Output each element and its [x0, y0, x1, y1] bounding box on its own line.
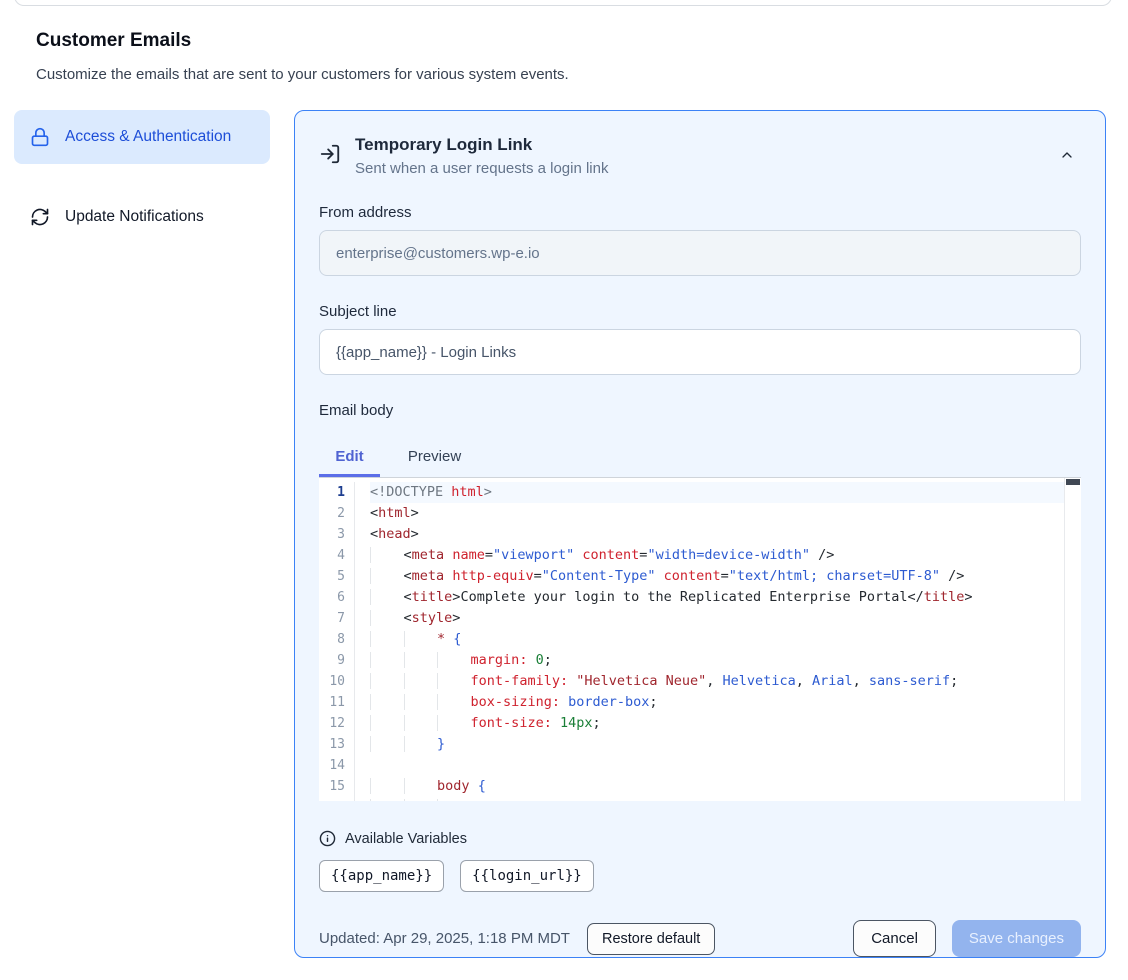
from-address-label: From address — [319, 204, 1081, 221]
log-in-icon — [319, 143, 341, 165]
tab-edit[interactable]: Edit — [319, 440, 380, 477]
code-line: body { — [370, 776, 1081, 797]
code-lines: <!DOCTYPE html><html><head> <meta name="… — [355, 482, 1081, 801]
line-number: 10 — [319, 671, 345, 692]
collapse-panel-button[interactable] — [1053, 141, 1081, 169]
sidebar-item-label: Update Notifications — [65, 205, 204, 229]
page-title: Customer Emails — [36, 30, 191, 52]
line-number: 3 — [319, 524, 345, 545]
line-number: 14 — [319, 755, 345, 776]
settings-sidebar: Access & Authentication Update Notificat… — [14, 110, 270, 244]
lock-icon — [30, 127, 50, 147]
line-number: 12 — [319, 713, 345, 734]
code-line: font-family: "Helvetica Neue", Helvetica… — [370, 671, 1081, 692]
restore-default-button[interactable]: Restore default — [587, 923, 715, 955]
refresh-icon — [30, 207, 50, 227]
editor-scrollbar-thumb[interactable] — [1066, 479, 1080, 485]
line-number: 4 — [319, 545, 345, 566]
line-number: 9 — [319, 650, 345, 671]
code-line: <meta name="viewport" content="width=dev… — [370, 545, 1081, 566]
code-line: } — [370, 734, 1081, 755]
line-number: 7 — [319, 608, 345, 629]
page-subtitle: Customize the emails that are sent to yo… — [36, 66, 569, 83]
email-body-label: Email body — [319, 402, 1081, 419]
line-number: 6 — [319, 587, 345, 608]
line-number: 15 — [319, 776, 345, 797]
code-line: font-size: 14px; — [370, 713, 1081, 734]
panel-title: Temporary Login Link — [355, 135, 1039, 155]
updated-timestamp: Updated: Apr 29, 2025, 1:18 PM MDT — [319, 930, 570, 947]
code-line: margin: 0; — [370, 650, 1081, 671]
line-number: 16 — [319, 797, 345, 801]
line-number: 2 — [319, 503, 345, 524]
sidebar-item-update-notifications[interactable]: Update Notifications — [14, 190, 270, 244]
panel-footer: Updated: Apr 29, 2025, 1:18 PM MDT Resto… — [319, 920, 1081, 957]
collapsed-card-bottom-edge — [14, 0, 1112, 6]
sidebar-item-label: Access & Authentication — [65, 125, 231, 149]
subject-line-label: Subject line — [319, 303, 1081, 320]
tab-preview[interactable]: Preview — [404, 440, 465, 477]
subject-line-input[interactable] — [319, 329, 1081, 375]
from-address-input[interactable] — [319, 230, 1081, 276]
panel-subtitle: Sent when a user requests a login link — [355, 160, 1039, 177]
save-changes-button[interactable]: Save changes — [952, 920, 1081, 957]
available-variables-label: Available Variables — [345, 831, 467, 847]
line-number: 1 — [319, 482, 345, 503]
line-number: 13 — [319, 734, 345, 755]
temporary-login-link-panel: Temporary Login Link Sent when a user re… — [294, 110, 1106, 958]
email-body-tabs: Edit Preview — [319, 440, 1081, 477]
code-line: <style> — [370, 608, 1081, 629]
variable-chip-app-name[interactable]: {{app_name}} — [319, 860, 444, 892]
code-line: box-sizing: border-box; — [370, 692, 1081, 713]
code-line — [370, 755, 1081, 776]
gutter: 12345678910111213141516 — [319, 482, 355, 801]
info-icon — [319, 830, 336, 847]
line-number: 8 — [319, 629, 345, 650]
code-line: <html> — [370, 503, 1081, 524]
chevron-up-icon — [1059, 147, 1075, 163]
code-line: <title>Complete your login to the Replic… — [370, 587, 1081, 608]
cancel-button[interactable]: Cancel — [853, 920, 936, 957]
variable-chip-login-url[interactable]: {{login_url}} — [460, 860, 594, 892]
line-number: 5 — [319, 566, 345, 587]
variable-chips: {{app_name}} {{login_url}} — [319, 860, 1081, 892]
line-number: 11 — [319, 692, 345, 713]
code-line: <!DOCTYPE html> — [370, 482, 1081, 503]
code-line: * { — [370, 629, 1081, 650]
code-line: background-color: #f6f6f6; — [370, 797, 1081, 801]
code-line: <meta http-equiv="Content-Type" content=… — [370, 566, 1081, 587]
sidebar-item-access-authentication[interactable]: Access & Authentication — [14, 110, 270, 164]
panel-header: Temporary Login Link Sent when a user re… — [319, 135, 1081, 177]
email-body-code-editor[interactable]: 12345678910111213141516 <!DOCTYPE html><… — [319, 477, 1081, 801]
editor-scrollbar-track[interactable] — [1064, 478, 1081, 801]
code-line: <head> — [370, 524, 1081, 545]
